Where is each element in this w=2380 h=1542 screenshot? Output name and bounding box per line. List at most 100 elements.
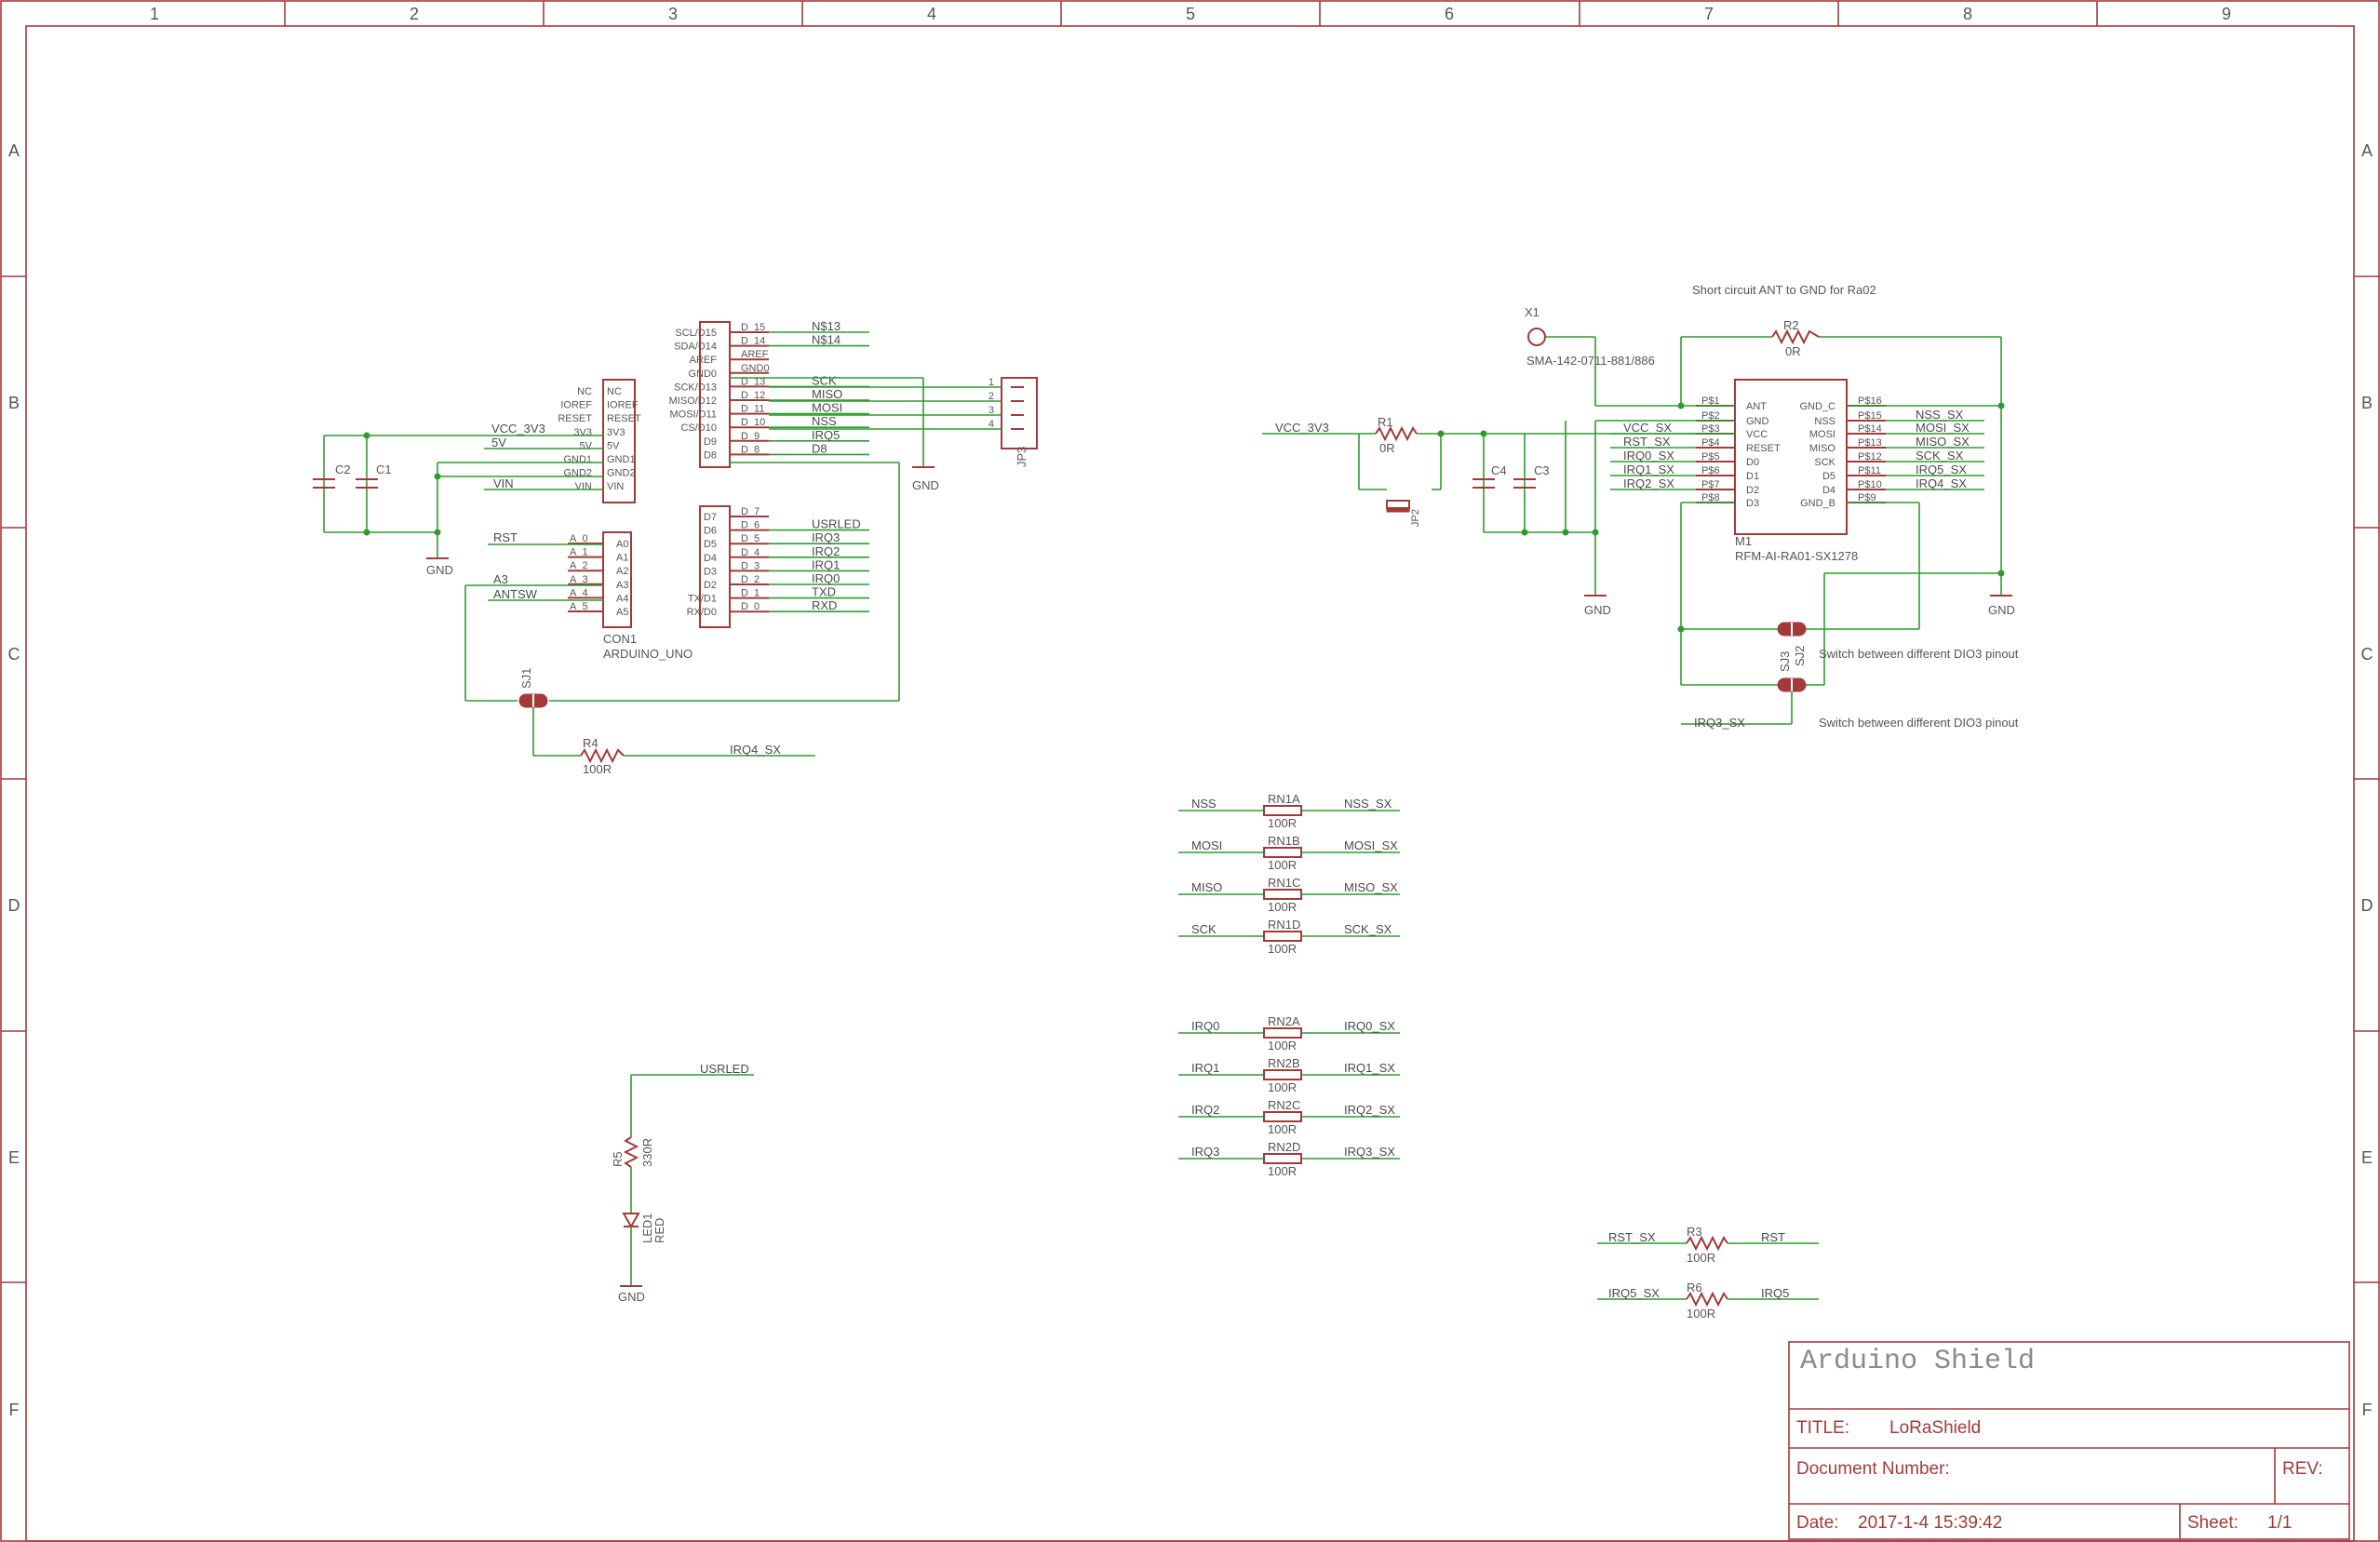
zone-row-a: A [8,141,20,160]
arduino-analog-pins: A_0 A0 A_1 A1 A_2 A2 A_3 A3 A_4 A4 A_5 A5 [568,533,628,618]
power-pin-name: VIN [575,481,592,492]
zone-col-6: 6 [1445,5,1454,23]
m1-right-pin-name: P$14 [1858,423,1882,435]
c1-ref: C1 [376,463,392,476]
solder-jumper-sj1[interactable]: SJ1 [518,668,548,708]
digital-upper-inner: CS/D10 [680,422,717,434]
gnd-label-1: GND [426,563,453,577]
analog-pin-name: A_0 [570,533,588,544]
rn-net-left: IRQ2 [1191,1103,1219,1117]
date-label: Date: [1796,1513,1838,1533]
rn-net-right: IRQ1_SX [1344,1061,1395,1075]
r4-value: 100R [583,762,612,776]
zone-row-a-right: A [2361,141,2373,160]
digital-upper-inner: SCK/D13 [674,382,717,393]
rn-net-left: MISO [1191,880,1222,894]
digital-upper-inner: D9 [704,436,717,448]
net-usrled: USRLED [700,1062,749,1076]
sheet-value: 1/1 [2267,1513,2292,1533]
digital-upper-net: IRQ5 [812,428,840,442]
rn-net-right: IRQ3_SX [1344,1145,1395,1159]
rn-ref: RN2C [1268,1098,1300,1112]
jp3-pin-number: 1 [988,377,994,388]
rn-ref: RN1A [1268,792,1300,806]
digital-lower-pin-name: D_1 [741,588,760,599]
r1-ref: R1 [1378,415,1393,429]
m1-right-pin-inner: GND_B [1800,498,1835,509]
net-vcc3v3: VCC_3V3 [491,422,545,436]
zone-col-8: 8 [1963,5,1972,23]
m1-right-pin-inner: D5 [1822,471,1835,482]
digital-lower-inner: D6 [704,526,717,537]
analog-pin-name: A_4 [570,587,588,598]
capacitor-c1: C1 [356,463,392,489]
digital-upper-pin-name: D_8 [741,444,760,455]
m1-value: RFM-AI-RA01-SX1278 [1735,549,1858,563]
power-pin-name: 5V [580,440,593,451]
net-5v: 5V [491,436,506,449]
rn-net-left: IRQ0 [1191,1019,1219,1033]
digital-upper-pin-name: D_9 [741,431,760,442]
jumper-jp2[interactable]: JP2 [1386,500,1421,527]
jp3-pin-number: 2 [988,391,994,402]
digital-lower-pin-name: D_5 [741,533,760,544]
digital-upper-net: N$13 [812,319,840,333]
gnd-label-2: GND [912,478,939,492]
digital-upper-pin-name: D_14 [741,336,765,347]
analog-pin-inner: A0 [616,539,628,550]
c2-ref: C2 [335,463,351,476]
rn-value: 100R [1268,858,1297,872]
r5-ref: R5 [611,1151,625,1167]
resistor-r6: IRQ5_SX IRQ5 R6 100R [1597,1281,1819,1321]
rf-wiring: GND VCC_3V3 GND IRQ3_SX [1262,336,2015,730]
con1-value: ARDUINO_UNO [603,647,692,661]
digital-lower-pin-name: D_0 [741,601,760,612]
usrled-circuit: USRLED R5 330R LED1 RED GND [611,1062,754,1304]
digital-lower-pin-name: D_6 [741,520,760,531]
rn-resistor-body [1263,1111,1302,1122]
r1-value: 0R [1379,441,1395,455]
m1-right-pin-inner: MOSI [1809,429,1835,440]
digital-upper-pin-name: GND0 [741,363,770,374]
power-wiring-left: GND VCC_3V3 5V VIN [323,422,603,577]
rn-resistor-body [1263,847,1302,858]
gnd-label-4: GND [1584,603,1611,617]
rn-net-left: SCK [1191,922,1217,936]
digital-lower-inner: D3 [704,566,717,577]
m1-left-pin-name: P$5 [1701,451,1720,463]
rn-value: 100R [1268,900,1297,914]
analog-pin-name: A_5 [570,601,588,612]
zone-row-b-right: B [2361,394,2373,412]
digital-lower-net: TXD [812,585,836,599]
rn-resistor-body [1263,805,1302,816]
digital-upper-net: NSS [812,414,837,428]
m1-left-pin-name: P$7 [1701,479,1720,490]
power-pin-name: NC [577,386,592,397]
m1-right-pin-inner: NSS [1814,416,1835,427]
m1-left-pin-inner: D1 [1746,471,1759,482]
m1-right-pin-inner: GND_C [1799,401,1835,412]
m1-right-pins: P$16GND_CP$15NSS NSS_SXP$14MOSI MOSI_SXP$1… [1799,396,1984,509]
x1-value: SMA-142-0711-881/886 [1526,354,1655,368]
m1-left-pin-inner: VCC [1746,429,1768,440]
zone-col-9: 9 [2222,5,2231,23]
m1-left-pin-inner: D0 [1746,457,1759,468]
r3-net-right: RST [1761,1230,1785,1244]
power-pin-inner: VIN [607,481,624,492]
gnd-label-3: GND [618,1290,645,1304]
digital-upper-pin-name: D_15 [741,322,765,333]
r6-value: 100R [1687,1307,1715,1321]
resistor-r2: R2 0R [1771,318,1820,358]
rn-net-right: MOSI_SX [1344,838,1398,852]
r2-value: 0R [1785,344,1801,358]
m1-right-pin-name: P$15 [1858,410,1882,422]
m1-left-net: RST_SX [1623,435,1671,449]
zone-row-b: B [8,394,20,412]
digital-upper-inner: MISO/D12 [669,396,717,407]
m1-left-net: VCC_SX [1623,421,1672,435]
zone-row-f-right: F [2362,1401,2373,1419]
m1-right-pin-name: P$13 [1858,437,1882,449]
x1-ref: X1 [1525,305,1540,319]
digital-lower-net: RXD [812,598,837,612]
rn-net-right: IRQ2_SX [1344,1103,1395,1117]
